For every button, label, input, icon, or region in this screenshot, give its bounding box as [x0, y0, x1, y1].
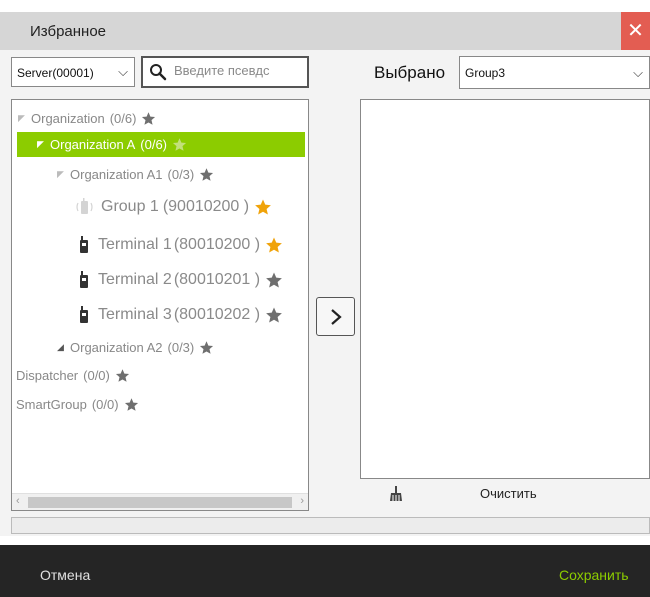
tree-item-label: Group 1	[101, 198, 159, 215]
search-input[interactable]	[174, 63, 304, 78]
selected-list[interactable]	[360, 99, 650, 479]
star-icon[interactable]	[265, 236, 283, 254]
group-select[interactable]: Group3 ⌵	[459, 56, 650, 89]
clear-label: Очистить	[480, 486, 537, 501]
footer-bar: Отмена Сохранить	[0, 545, 650, 597]
chevron-down-icon: ⌵	[118, 64, 128, 79]
tree-item-label: Terminal 3	[98, 306, 172, 323]
scroll-right-icon[interactable]: ›	[300, 495, 304, 507]
tree-item-label: Organization A2	[70, 339, 163, 355]
tree-item-count: (0/6)	[109, 110, 137, 126]
star-icon[interactable]	[254, 198, 272, 216]
group-icon	[76, 198, 93, 214]
search-icon	[150, 64, 167, 81]
clear-button[interactable]: Очистить	[360, 480, 650, 510]
expand-arrow-icon[interactable]: ◢	[57, 342, 70, 353]
search-field[interactable]	[141, 56, 309, 88]
tree-item-count: (0/6)	[140, 137, 168, 152]
server-select[interactable]: Server(00001) ⌵	[11, 57, 135, 87]
tree-item-label: Dispatcher	[16, 367, 79, 383]
tree-item-terminal-1[interactable]: Terminal 1 (80010200 )	[78, 234, 283, 256]
cancel-button[interactable]: Отмена	[40, 567, 90, 583]
tree-item-terminal-2[interactable]: Terminal 2 (80010201 )	[78, 269, 283, 291]
star-icon[interactable]	[115, 368, 130, 383]
tree-item-label: Organization A	[50, 137, 136, 152]
tree-item-organization-a1[interactable]: ◤ Organization A1 (0/3)	[57, 165, 214, 183]
star-icon[interactable]	[172, 137, 187, 152]
save-button[interactable]: Сохранить	[559, 567, 629, 583]
tree-item-label: SmartGroup	[16, 396, 87, 412]
broom-icon	[390, 486, 402, 501]
scrollbar-thumb[interactable]	[28, 497, 292, 508]
horizontal-scrollbar[interactable]: ‹ ›	[12, 493, 308, 510]
star-icon[interactable]	[124, 397, 139, 412]
tree-item-count: (0/0)	[91, 396, 119, 412]
chevron-down-icon: ⌵	[633, 65, 643, 80]
tree-item-label: Terminal 2	[98, 271, 172, 288]
close-button[interactable]: ✕	[621, 12, 650, 50]
star-icon[interactable]	[141, 111, 156, 126]
radio-device-icon	[80, 306, 88, 323]
tree-item-count: (0/0)	[83, 367, 110, 383]
star-icon[interactable]	[199, 167, 214, 182]
tree-item-count: (0/3)	[167, 166, 195, 182]
tree-item-id: (80010202 )	[173, 306, 261, 323]
tree-item-organization-a[interactable]: ◤ Organization A (0/6)	[17, 132, 305, 157]
tree-item-organization[interactable]: ◤ Organization (0/6)	[18, 109, 156, 127]
expand-arrow-icon[interactable]: ◤	[37, 139, 50, 150]
tree-item-organization-a2[interactable]: ◢ Organization A2 (0/3)	[57, 338, 214, 356]
tree-item-id: (80010201 )	[173, 271, 261, 288]
add-to-selected-button[interactable]	[316, 297, 355, 336]
star-icon[interactable]	[265, 271, 283, 289]
server-select-value: Server(00001)	[17, 66, 94, 80]
tree-item-id: (80010200 )	[173, 236, 261, 253]
group-select-value: Group3	[465, 66, 506, 80]
star-icon[interactable]	[265, 306, 283, 324]
radio-device-icon	[80, 236, 88, 253]
star-icon[interactable]	[199, 340, 214, 355]
tree-item-label: Terminal 1	[98, 236, 172, 253]
selected-label: Выбрано	[374, 63, 446, 82]
chevron-right-icon	[331, 309, 342, 325]
status-bar	[11, 517, 650, 534]
expand-arrow-icon[interactable]: ◤	[57, 169, 70, 180]
tree-item-label: Organization	[31, 110, 105, 126]
expand-arrow-icon[interactable]: ◤	[18, 113, 31, 124]
tree-item-smartgroup[interactable]: SmartGroup (0/0)	[16, 395, 139, 413]
tree-item-group-1[interactable]: Group 1 (90010200 )	[76, 196, 272, 218]
title-bar: Избранное ✕	[0, 12, 650, 50]
tree-item-id: (90010200 )	[162, 198, 250, 215]
tree-item-terminal-3[interactable]: Terminal 3 (80010202 )	[78, 304, 283, 326]
organization-tree[interactable]: ◤ Organization (0/6) ◤ Organization A (0…	[11, 99, 309, 511]
window-title: Избранное	[30, 23, 107, 40]
tree-item-count: (0/3)	[167, 339, 195, 355]
radio-device-icon	[80, 271, 88, 288]
tree-item-dispatcher[interactable]: Dispatcher (0/0)	[16, 366, 130, 384]
tree-item-label: Organization A1	[70, 166, 163, 182]
scroll-left-icon[interactable]: ‹	[16, 495, 20, 507]
